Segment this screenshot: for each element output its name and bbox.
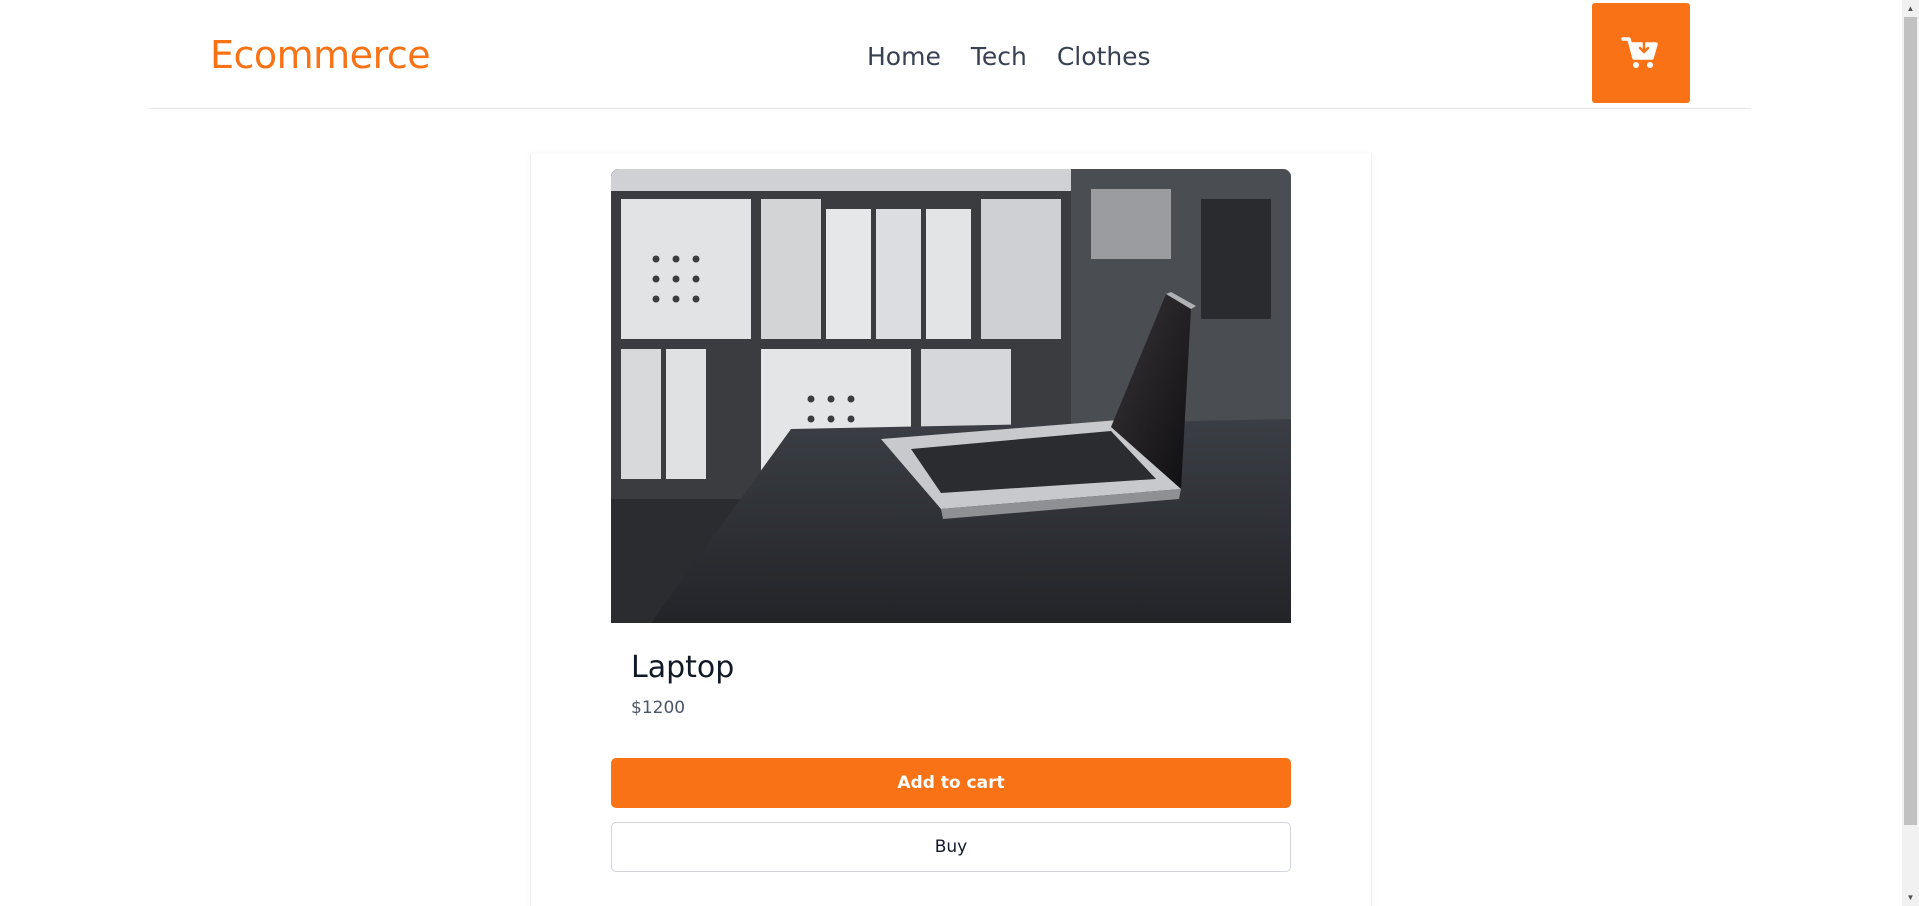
cart-download-icon (1621, 37, 1658, 68)
site-header: Ecommerce Home Tech Clothes (149, 0, 1751, 109)
scrollbar-thumb[interactable] (1904, 17, 1917, 825)
nav-link-clothes[interactable]: Clothes (1057, 36, 1151, 78)
main-nav: Home Tech Clothes (867, 36, 1151, 78)
add-to-cart-button[interactable]: Add to cart (611, 758, 1291, 808)
product-card: Laptop $1200 Add to cart Buy (530, 154, 1372, 906)
nav-link-tech[interactable]: Tech (971, 36, 1027, 78)
product-image (611, 169, 1291, 623)
scroll-down-arrow-icon[interactable]: ▼ (1902, 889, 1919, 906)
nav-link-home[interactable]: Home (867, 36, 941, 78)
page: Ecommerce Home Tech Clothes Laptop $1200… (0, 0, 1919, 906)
product-name: Laptop (631, 650, 735, 685)
scroll-up-arrow-icon[interactable]: ▲ (1902, 0, 1919, 17)
laptop-on-desk-photo (611, 169, 1291, 623)
logo[interactable]: Ecommerce (210, 31, 431, 79)
cart-button[interactable] (1592, 3, 1690, 103)
product-price: $1200 (631, 698, 686, 718)
buy-button[interactable]: Buy (611, 822, 1291, 872)
vertical-scrollbar[interactable]: ▲ ▼ (1902, 0, 1919, 906)
